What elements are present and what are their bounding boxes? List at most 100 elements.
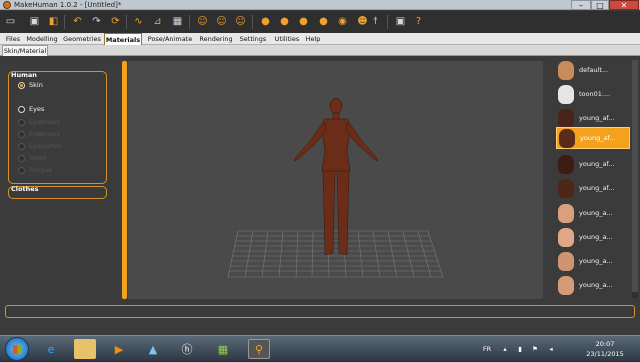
material-thumbnail [558,60,574,80]
floor-grid [227,230,444,278]
makehuman-taskbar-icon[interactable]: ⚲ [248,339,270,359]
material-item[interactable]: default... [556,59,630,81]
material-thumbnail [558,251,574,271]
radio-button[interactable] [18,105,25,113]
material-label: young_af... [579,160,615,168]
material-item[interactable]: young_af... [556,177,630,199]
radio-label: Skin [29,81,43,89]
material-item[interactable]: young_af... [556,153,630,175]
human-model [293,97,379,256]
flag-icon[interactable]: ⚑ [530,336,540,362]
clothes-group-title: Clothes [11,185,39,193]
material-label: young_af... [579,114,615,122]
file-explorer-icon[interactable] [74,339,96,359]
radio-label: Eyes [29,105,45,113]
folder-icon[interactable]: ▭ [3,14,18,29]
material-label: default... [579,66,609,74]
tab-settings[interactable]: Settings [237,33,269,45]
minimize-button[interactable]: – [571,0,591,10]
radio-button [18,166,25,174]
material-thumbnail [559,128,575,148]
material-item[interactable]: young_af... [556,107,630,129]
volume-icon[interactable]: ◂ [546,336,556,362]
taskbar: e ▶ ▲ ⓗ ▦ ⚲ FR ▴ ▮ ⚑ ◂ 20:07 23/11/2015 [0,335,640,361]
status-line [5,305,635,318]
tab-materials[interactable]: Materials [104,33,142,45]
sub-tabs: Skin/Material [0,45,640,56]
material-item[interactable]: young_a... [556,226,630,248]
scene-svg [227,97,444,278]
radio-teeth-disabled: Teeth [18,153,47,163]
face-front-icon[interactable]: ☺ [195,14,210,29]
close-button[interactable]: ✕ [609,0,639,10]
toolbar-separator [189,15,190,29]
wireframe-icon[interactable]: ⊿ [150,14,165,29]
internet-explorer-icon[interactable]: e [40,339,62,359]
material-item-selected[interactable]: young_af... [556,127,630,149]
material-thumbnail [558,154,574,174]
material-item[interactable]: young_a... [556,250,630,272]
screenshot-icon[interactable]: ▣ [393,14,408,29]
pose-icon[interactable]: ☨ [368,14,383,29]
start-button[interactable] [5,337,29,361]
face-left-icon[interactable]: ☺ [214,14,229,29]
hp-icon[interactable]: ⓗ [176,339,198,359]
face-right-icon[interactable]: ☺ [233,14,248,29]
scrollbar-thumb[interactable] [632,60,638,292]
status-area [0,300,640,335]
undo-icon[interactable]: ↶ [70,14,85,29]
clock-time[interactable]: 20:07 [580,339,630,349]
makehuman-window: MakeHuman 1.0.2 - [Untitled]* – □ ✕ ▭ ▣ … [0,0,640,335]
checker-icon[interactable]: ▦ [170,14,185,29]
radio-button [18,130,25,138]
maximize-button[interactable]: □ [591,0,609,10]
material-label: young_a... [579,209,613,217]
head-right-icon[interactable]: ● [316,14,331,29]
reset-icon[interactable]: ⟳ [108,14,123,29]
material-thumbnail [558,84,574,104]
network-icon[interactable]: ▮ [515,336,525,362]
window-title: MakeHuman 1.0.2 - [Untitled]* [14,1,122,9]
radio-label: Eyelashes [29,142,62,150]
tab-utilities[interactable]: Utilities [272,33,302,45]
radio-button [18,154,25,162]
head-front-icon[interactable]: ● [258,14,273,29]
tray-arrow-icon[interactable]: ▴ [500,336,510,362]
material-scrollbar[interactable] [632,60,638,298]
radio-label: Teeth [29,154,47,162]
left-splitter[interactable] [122,61,127,299]
human-group-title: Human [11,71,37,79]
tab-rendering[interactable]: Rendering [198,33,234,45]
help-icon[interactable]: ? [411,14,426,29]
eye-icon[interactable]: ◉ [335,14,350,29]
title-bar: MakeHuman 1.0.2 - [Untitled]* – □ ✕ [0,0,640,10]
shortcut-icon[interactable]: ▲ [142,339,164,359]
media-player-icon[interactable]: ▶ [108,339,130,359]
tab-pose-animate[interactable]: Pose/Animate [145,33,195,45]
material-item[interactable]: toon01.... [556,83,630,105]
tab-help[interactable]: Help [304,33,322,45]
save-icon[interactable]: ▣ [27,14,42,29]
redo-icon[interactable]: ↷ [89,14,104,29]
tab-skin-material[interactable]: Skin/Material [2,45,48,56]
radio-label: Tongue [29,166,53,174]
radio-eyes[interactable]: Eyes [18,104,44,114]
tab-files[interactable]: Files [3,33,23,45]
tab-geometries[interactable]: Geometries [62,33,102,45]
material-label: young_af... [579,184,615,192]
clock-date[interactable]: 23/11/2015 [580,349,630,359]
export-icon[interactable]: ◧ [46,14,61,29]
head-back-icon[interactable]: ● [277,14,292,29]
material-item[interactable]: young_a... [556,202,630,224]
material-thumbnail [558,178,574,198]
app-icon[interactable]: ▦ [212,339,234,359]
smooth-icon[interactable]: ∿ [131,14,146,29]
material-item[interactable]: young_a... [556,274,630,296]
radio-tongue-disabled: Tongue [18,165,52,175]
head-left-icon[interactable]: ● [296,14,311,29]
language-indicator[interactable]: FR [480,336,494,362]
tab-modelling[interactable]: Modelling [25,33,59,45]
radio-button[interactable] [18,81,25,89]
3d-viewport[interactable] [128,61,543,299]
radio-skin[interactable]: Skin [18,80,43,90]
